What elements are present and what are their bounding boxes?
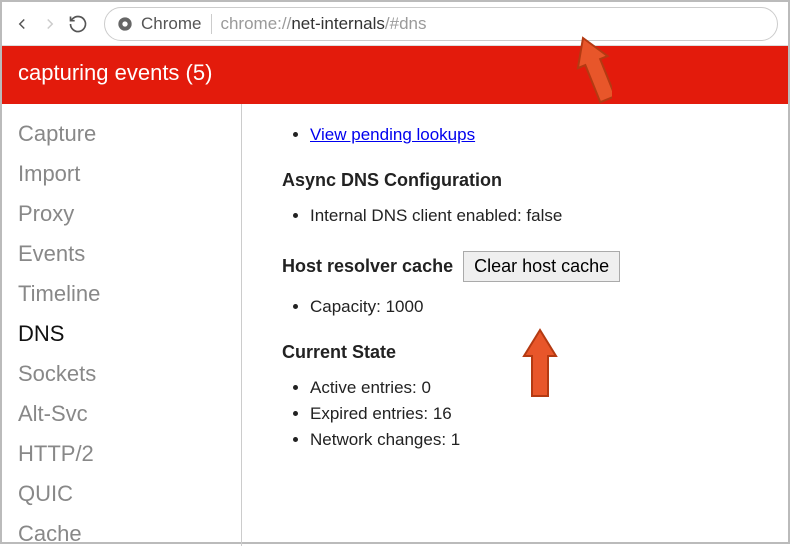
browser-toolbar: Chrome chrome://net-internals/#dns [2, 2, 788, 46]
sidebar: CaptureImportProxyEventsTimelineDNSSocke… [2, 104, 242, 546]
omnibox-label: Chrome [141, 14, 212, 34]
sidebar-item-dns[interactable]: DNS [18, 314, 241, 354]
list-item: Internal DNS client enabled: false [310, 203, 760, 229]
capture-banner: capturing events (5) [2, 46, 788, 104]
sidebar-item-http-2[interactable]: HTTP/2 [18, 434, 241, 474]
host-resolver-row: Host resolver cache Clear host cache [282, 251, 760, 282]
reload-icon[interactable] [68, 14, 88, 34]
sidebar-item-alt-svc[interactable]: Alt-Svc [18, 394, 241, 434]
list-item: Expired entries: 16 [310, 401, 760, 427]
list-item: View pending lookups [310, 122, 760, 148]
omnibox-url: chrome://net-internals/#dns [220, 14, 426, 34]
main-panel: View pending lookups Async DNS Configura… [242, 104, 788, 546]
capture-banner-text: capturing events (5) [18, 60, 212, 85]
list-item: Active entries: 0 [310, 375, 760, 401]
sidebar-item-proxy[interactable]: Proxy [18, 194, 241, 234]
sidebar-item-capture[interactable]: Capture [18, 114, 241, 154]
current-state-heading: Current State [282, 342, 760, 363]
host-resolver-label: Host resolver cache [282, 256, 453, 277]
sidebar-item-timeline[interactable]: Timeline [18, 274, 241, 314]
list-item: Network changes: 1 [310, 427, 760, 453]
sidebar-item-sockets[interactable]: Sockets [18, 354, 241, 394]
sidebar-item-events[interactable]: Events [18, 234, 241, 274]
back-icon[interactable] [12, 14, 32, 34]
address-bar[interactable]: Chrome chrome://net-internals/#dns [104, 7, 778, 41]
sidebar-item-import[interactable]: Import [18, 154, 241, 194]
content: CaptureImportProxyEventsTimelineDNSSocke… [2, 104, 788, 546]
forward-icon[interactable] [40, 14, 60, 34]
sidebar-item-cache[interactable]: Cache [18, 514, 241, 554]
sidebar-item-quic[interactable]: QUIC [18, 474, 241, 514]
view-pending-link[interactable]: View pending lookups [310, 125, 475, 144]
async-dns-heading: Async DNS Configuration [282, 170, 760, 191]
list-item: Capacity: 1000 [310, 294, 760, 320]
clear-host-cache-button[interactable]: Clear host cache [463, 251, 620, 282]
chrome-icon [117, 16, 133, 32]
